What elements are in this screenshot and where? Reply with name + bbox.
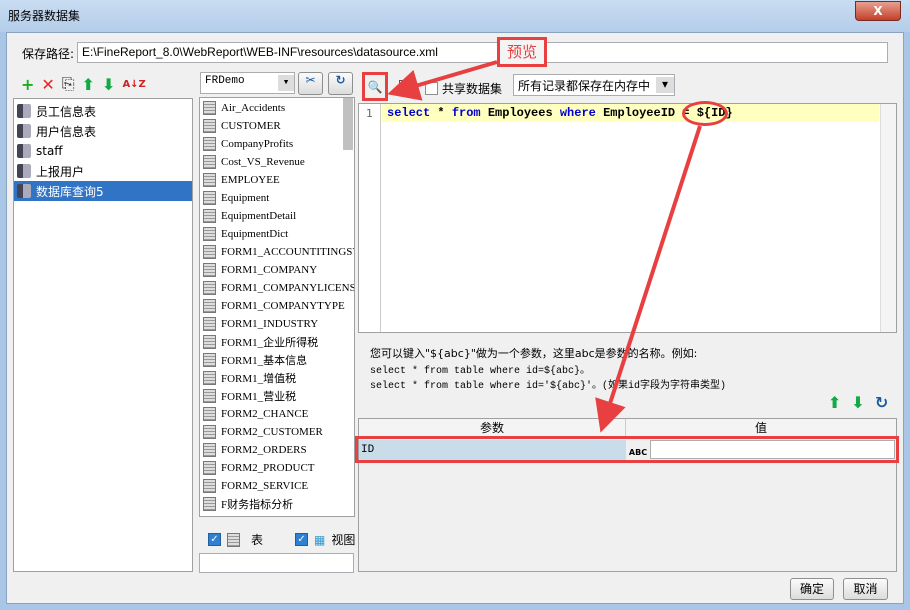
arrow-to-param: [595, 125, 702, 433]
annotation-arrows: [387, 60, 702, 433]
arrow-to-preview: [387, 60, 498, 101]
